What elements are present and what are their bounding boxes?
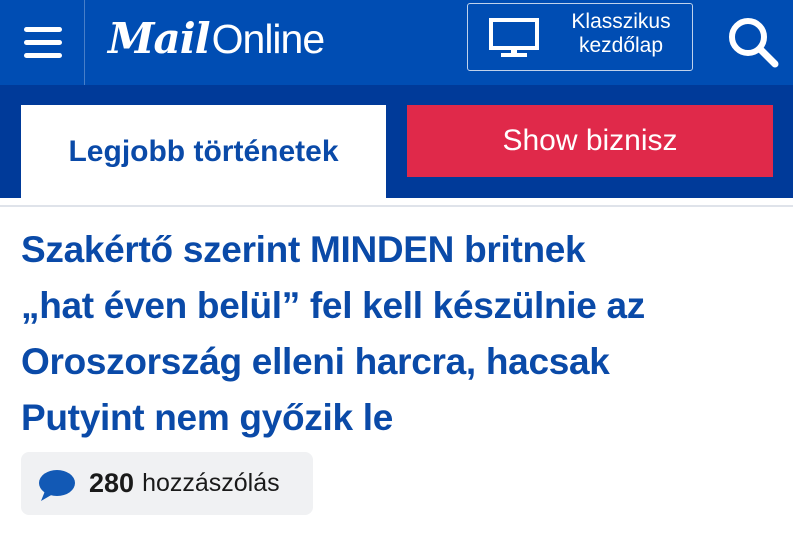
search-icon[interactable]: [725, 14, 781, 70]
top-header: MailOnline Klasszikus kezdőlap: [0, 0, 793, 85]
comment-label: hozzászólás: [142, 469, 280, 497]
classic-label-line2: kezdőlap: [578, 34, 664, 57]
logo-mail-text: Mail: [108, 14, 211, 63]
article-headline[interactable]: Szakértő szerint MINDEN britnek „hat éve…: [21, 222, 771, 446]
comments-button[interactable]: 280 hozzászólás: [21, 452, 313, 515]
hamburger-menu-icon[interactable]: [0, 0, 85, 85]
headline-line: Szakértő szerint MINDEN britnek: [21, 229, 586, 270]
headline-line: Putyint nem győzik le: [21, 397, 393, 438]
menu-line: [24, 40, 62, 45]
menu-line: [24, 53, 62, 58]
headline-line: Oroszország elleni harcra, hacsak: [21, 341, 610, 382]
menu-line: [24, 27, 62, 32]
classic-homepage-label: Klasszikus kezdőlap: [556, 10, 686, 58]
tab-best-stories-label: Legjobb történetek: [68, 134, 339, 168]
monitor-icon: [489, 18, 539, 57]
classic-homepage-button[interactable]: Klasszikus kezdőlap: [467, 3, 693, 71]
speech-bubble-icon: [39, 469, 75, 501]
comment-count: 280: [89, 468, 135, 498]
tab-showbiz-label: Show biznisz: [502, 124, 678, 157]
section-tabs: Legjobb történetek Show biznisz: [0, 85, 793, 198]
tab-best-stories[interactable]: Legjobb történetek: [21, 105, 386, 198]
divider: [0, 205, 793, 207]
classic-label-line1: Klasszikus: [571, 10, 671, 33]
tab-showbiz[interactable]: Show biznisz: [407, 105, 773, 177]
mailonline-logo[interactable]: MailOnline: [108, 14, 326, 66]
logo-online-text: Online: [211, 16, 326, 62]
headline-line: „hat éven belül” fel kell készülnie az: [21, 285, 645, 326]
